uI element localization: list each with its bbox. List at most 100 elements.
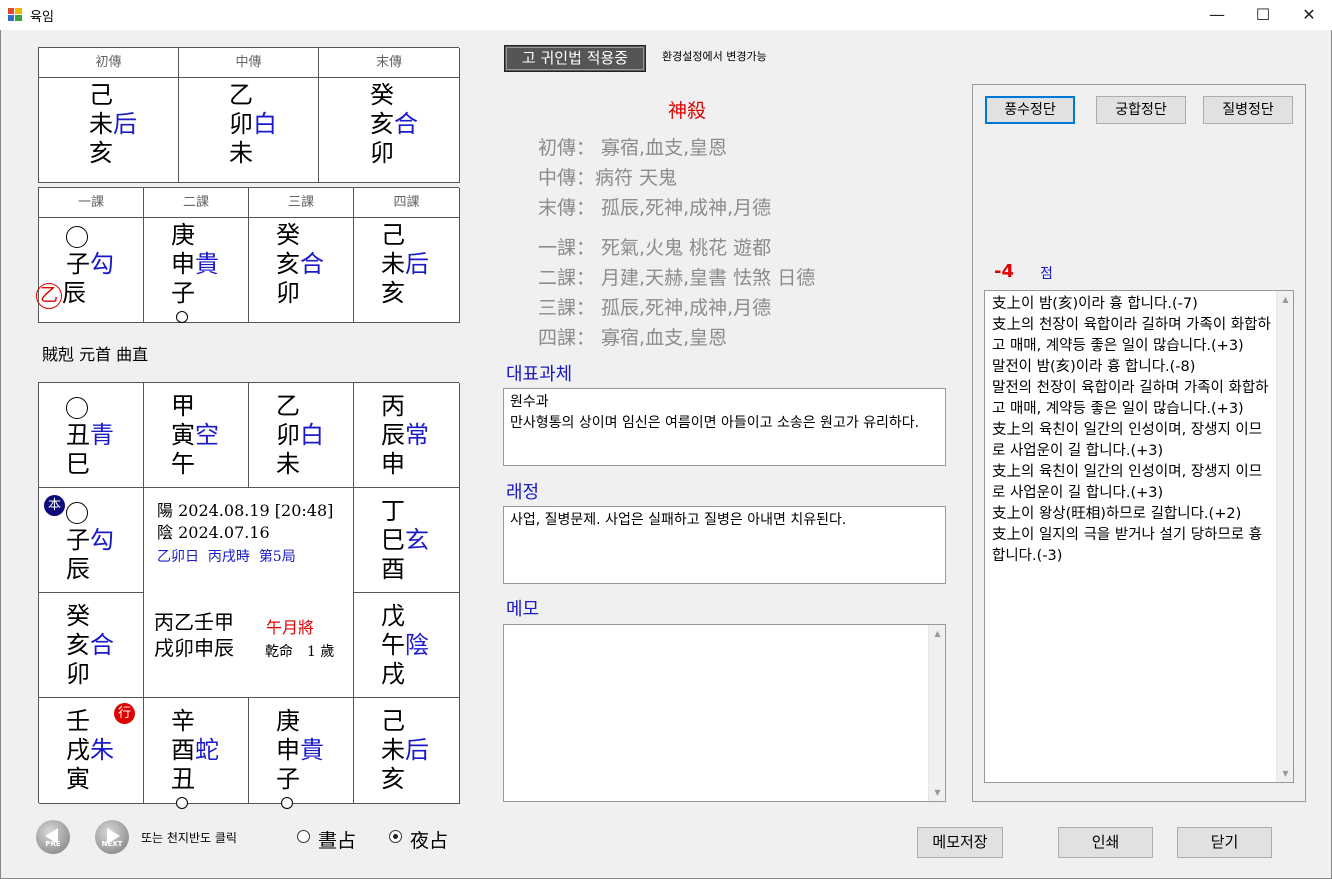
results-scrollbar[interactable]: ▲ ▼ — [1276, 291, 1293, 782]
palace-cell[interactable]: 子勾辰 本 — [39, 488, 144, 593]
scroll-down-icon[interactable]: ▼ — [1277, 765, 1294, 782]
branch-row: 亥合 — [66, 631, 114, 660]
scroll-up-icon[interactable]: ▲ — [1277, 291, 1294, 308]
heavenly-stem: 己 — [381, 707, 405, 735]
sanjeon-cell[interactable]: 己未后亥 — [39, 78, 179, 183]
heavenly-stem: 己 — [381, 221, 405, 249]
circle-icon — [66, 396, 88, 419]
palace-cell[interactable]: 己未后亥 — [354, 698, 460, 804]
bottom-branch-row: 未 — [229, 139, 253, 168]
origin-badge-icon: 本 — [44, 495, 65, 516]
palace-cell[interactable]: 戊午陰戌 — [354, 593, 460, 698]
gunghap-button[interactable]: 궁합정단 — [1096, 96, 1186, 124]
result-line: 支上의 천장이 육합이라 길하며 가족이 화합하고 매매, 계약등 좋은 일이 … — [992, 317, 1271, 354]
sanjeon-panel[interactable]: 初傳己未后亥中傳乙卯白未末傳癸亥合卯 — [38, 47, 460, 183]
sagwa-cell[interactable]: 癸亥合卯 — [249, 218, 354, 323]
palace-cell[interactable]: 壬戌朱寅 行 — [39, 698, 144, 804]
branch-row: 申貴 — [276, 736, 324, 765]
age-info: 乾命 1 歲 — [265, 644, 335, 660]
earthly-branch: 寅 — [171, 421, 195, 449]
branch-row: 巳玄 — [381, 526, 429, 555]
earthly-branch: 午 — [381, 631, 405, 659]
memo-textarea[interactable]: ▲ ▼ — [503, 624, 946, 802]
heavenly-stem: 乙 — [229, 81, 253, 109]
night-radio[interactable] — [389, 830, 402, 843]
general-name: 后 — [113, 110, 137, 138]
score-unit: 점 — [1040, 266, 1053, 282]
guin-note: 환경설정에서 변경가능 — [662, 50, 767, 63]
daepyo-desc: 만사형통의 상이며 임신은 여름이면 아들이고 소송은 원고가 유리하다. — [510, 415, 920, 431]
close-button[interactable]: 닫기 — [1177, 827, 1272, 858]
lower-branch: 卯 — [370, 139, 394, 167]
title-bar: 육임 — ☐ ✕ — [0, 0, 1332, 30]
palace-cell[interactable]: 丁巳玄酉 — [354, 488, 460, 593]
results-textbox[interactable]: 支上이 밤(亥)이라 흉 합니다.(-7) 支上의 천장이 육합이라 길하며 가… — [984, 290, 1294, 783]
sagwa-cell[interactable]: 庚申貴子 — [144, 218, 249, 323]
general-name: 勾 — [90, 526, 114, 554]
day-stem-marker: 乙 — [36, 283, 62, 309]
shinsal-line: 三課： 孤辰,死神,成神,月德 — [538, 297, 772, 319]
prev-button[interactable]: PRE — [36, 820, 70, 854]
cheonji-chart[interactable]: 丑青巳甲寅空午乙卯白未丙辰常申子勾辰本癸亥合卯丁巳玄酉戊午陰戌壬戌朱寅行辛酉蛇丑… — [38, 382, 460, 809]
palace-cell[interactable]: 癸亥合卯 — [39, 593, 144, 698]
jilbyeong-button[interactable]: 질병정단 — [1203, 96, 1293, 124]
general-name: 后 — [405, 250, 429, 278]
palace-cell[interactable]: 庚申貴子 — [249, 698, 354, 809]
branch-row: 酉蛇 — [171, 736, 219, 765]
minimize-button[interactable]: — — [1194, 0, 1240, 30]
bottom-branch-row: 卯 — [370, 139, 394, 168]
heavenly-stem: 壬 — [66, 707, 90, 735]
heavenly-stem: 甲 — [171, 392, 195, 420]
general-name: 勾 — [90, 250, 114, 278]
chart-center: 陽 2024.08.19 [20:48] 陰 2024.07.16 乙卯日 丙戌… — [144, 488, 354, 698]
earthly-branch: 子 — [66, 526, 90, 554]
general-name: 青 — [90, 421, 114, 449]
memo-save-button[interactable]: 메모저장 — [917, 827, 1003, 858]
shinsal-line: 中傳：病符 天鬼 — [538, 167, 678, 189]
palace-cell[interactable]: 甲寅空午 — [144, 383, 249, 488]
heavenly-stem: 庚 — [171, 221, 195, 249]
sagwa-cell[interactable]: 己未后亥 — [354, 218, 460, 323]
scroll-up-icon[interactable]: ▲ — [929, 625, 946, 642]
branch-row: 丑青 — [66, 421, 114, 450]
next-button[interactable]: NEXT — [95, 820, 129, 854]
general-name: 常 — [405, 421, 429, 449]
palace-cell[interactable]: 丙辰常申 — [354, 383, 460, 488]
sagwa-cell[interactable]: 子勾乙辰 — [36, 218, 144, 323]
sanjeon-cell[interactable]: 乙卯白未 — [179, 78, 319, 183]
sanjeon-cell[interactable]: 癸亥合卯 — [319, 78, 460, 183]
heavenly-stem: 丙 — [381, 392, 405, 420]
branch-row: 申貴 — [171, 250, 219, 279]
maximize-button[interactable]: ☐ — [1240, 0, 1286, 30]
general-name: 空 — [195, 421, 219, 449]
day-radio[interactable] — [297, 830, 310, 843]
bottom-branch-row: 午 — [171, 450, 195, 479]
palace-cell[interactable]: 丑青巳 — [39, 383, 144, 488]
day-radio-label[interactable]: 晝占 — [318, 826, 356, 853]
daepyo-title: 대표과체 — [506, 364, 573, 385]
saju-stems: 丙乙壬甲 — [154, 610, 234, 634]
earthly-branch: 未 — [381, 736, 405, 764]
lower-branch: 子 — [276, 765, 300, 793]
palace-cell[interactable]: 辛酉蛇丑 — [144, 698, 249, 809]
result-line: 支上의 육친이 일간의 인성이며, 장생지 이므로 사업운이 길 합니다.(+3… — [992, 422, 1263, 459]
solar-date: 陽 2024.08.19 [20:48] — [157, 501, 334, 520]
lower-branch: 酉 — [381, 555, 405, 583]
night-radio-label[interactable]: 夜占 — [410, 826, 448, 853]
guin-method-button[interactable]: 고 귀인법 적용중 — [504, 45, 646, 72]
earthly-branch: 巳 — [381, 526, 405, 554]
pungsu-button[interactable]: 풍수정단 — [985, 96, 1075, 124]
heavenly-stem: 戊 — [381, 602, 405, 630]
lower-branch: 亥 — [381, 279, 405, 307]
sagwa-panel[interactable]: 一課 子勾乙辰二課庚申貴子三課癸亥合卯四課己未后亥 — [36, 187, 460, 323]
memo-scrollbar[interactable]: ▲ ▼ — [928, 625, 945, 801]
print-button[interactable]: 인쇄 — [1058, 827, 1153, 858]
hour-pillar: 丙戌時 — [207, 549, 250, 565]
result-line: 支上의 육친이 일간의 인성이며, 장생지 이므로 사업운이 길 합니다.(+3… — [992, 464, 1263, 501]
palace-cell[interactable]: 乙卯白未 — [249, 383, 354, 488]
lower-branch: 午 — [171, 450, 195, 478]
heavenly-stem: 己 — [89, 81, 113, 109]
lower-branch: 未 — [276, 450, 300, 478]
scroll-down-icon[interactable]: ▼ — [929, 784, 946, 801]
close-window-button[interactable]: ✕ — [1286, 0, 1332, 30]
